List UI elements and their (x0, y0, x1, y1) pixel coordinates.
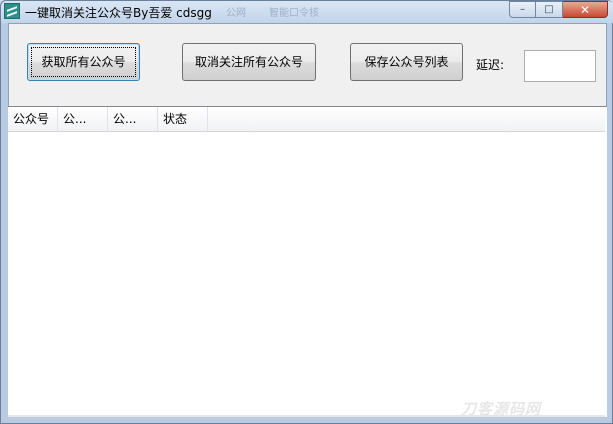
window-title: 一键取消关注公众号By吾爱 cdsgg (25, 6, 212, 20)
column-header-account-3[interactable]: 公... (108, 107, 158, 131)
close-icon: ✕ (579, 2, 591, 17)
close-button[interactable]: ✕ (563, 1, 608, 18)
minimize-button[interactable]: – (509, 1, 536, 18)
maximize-icon: □ (544, 3, 554, 15)
background-tab-text: 智能口令核 (269, 8, 319, 19)
fetch-all-accounts-button[interactable]: 获取所有公众号 (27, 43, 140, 81)
unfollow-all-label: 取消关注所有公众号 (194, 55, 303, 69)
save-account-list-button[interactable]: 保存公众号列表 (350, 43, 463, 81)
title-bar[interactable]: 一键取消关注公众号By吾爱 cdsgg 公网 智能口令核 – □ ✕ (1, 1, 613, 23)
app-window: 一键取消关注公众号By吾爱 cdsgg 公网 智能口令核 – □ ✕ 获取所有公… (0, 0, 613, 424)
minimize-icon: – (520, 3, 525, 15)
column-header-status[interactable]: 状态 (158, 107, 208, 131)
account-list-view[interactable]: 公众号 公... 公... 状态 刀客源码网 (8, 106, 607, 418)
save-account-list-label: 保存公众号列表 (364, 55, 449, 69)
list-header: 公众号 公... 公... 状态 (8, 107, 605, 132)
client-area: 获取所有公众号 取消关注所有公众号 保存公众号列表 延迟: 公众号 公... 公… (8, 23, 607, 418)
delay-input[interactable] (524, 50, 596, 82)
column-header-account-2[interactable]: 公... (58, 107, 108, 131)
unfollow-all-button[interactable]: 取消关注所有公众号 (182, 43, 316, 81)
maximize-button[interactable]: □ (536, 1, 563, 18)
list-body[interactable] (8, 132, 605, 416)
background-tab-text: 公网 (226, 8, 246, 19)
delay-label: 延迟: (476, 58, 505, 72)
app-icon (4, 3, 20, 19)
fetch-all-accounts-label: 获取所有公众号 (41, 55, 126, 69)
column-header-account[interactable]: 公众号 (8, 107, 58, 131)
watermark-text: 刀客源码网 (461, 400, 542, 418)
